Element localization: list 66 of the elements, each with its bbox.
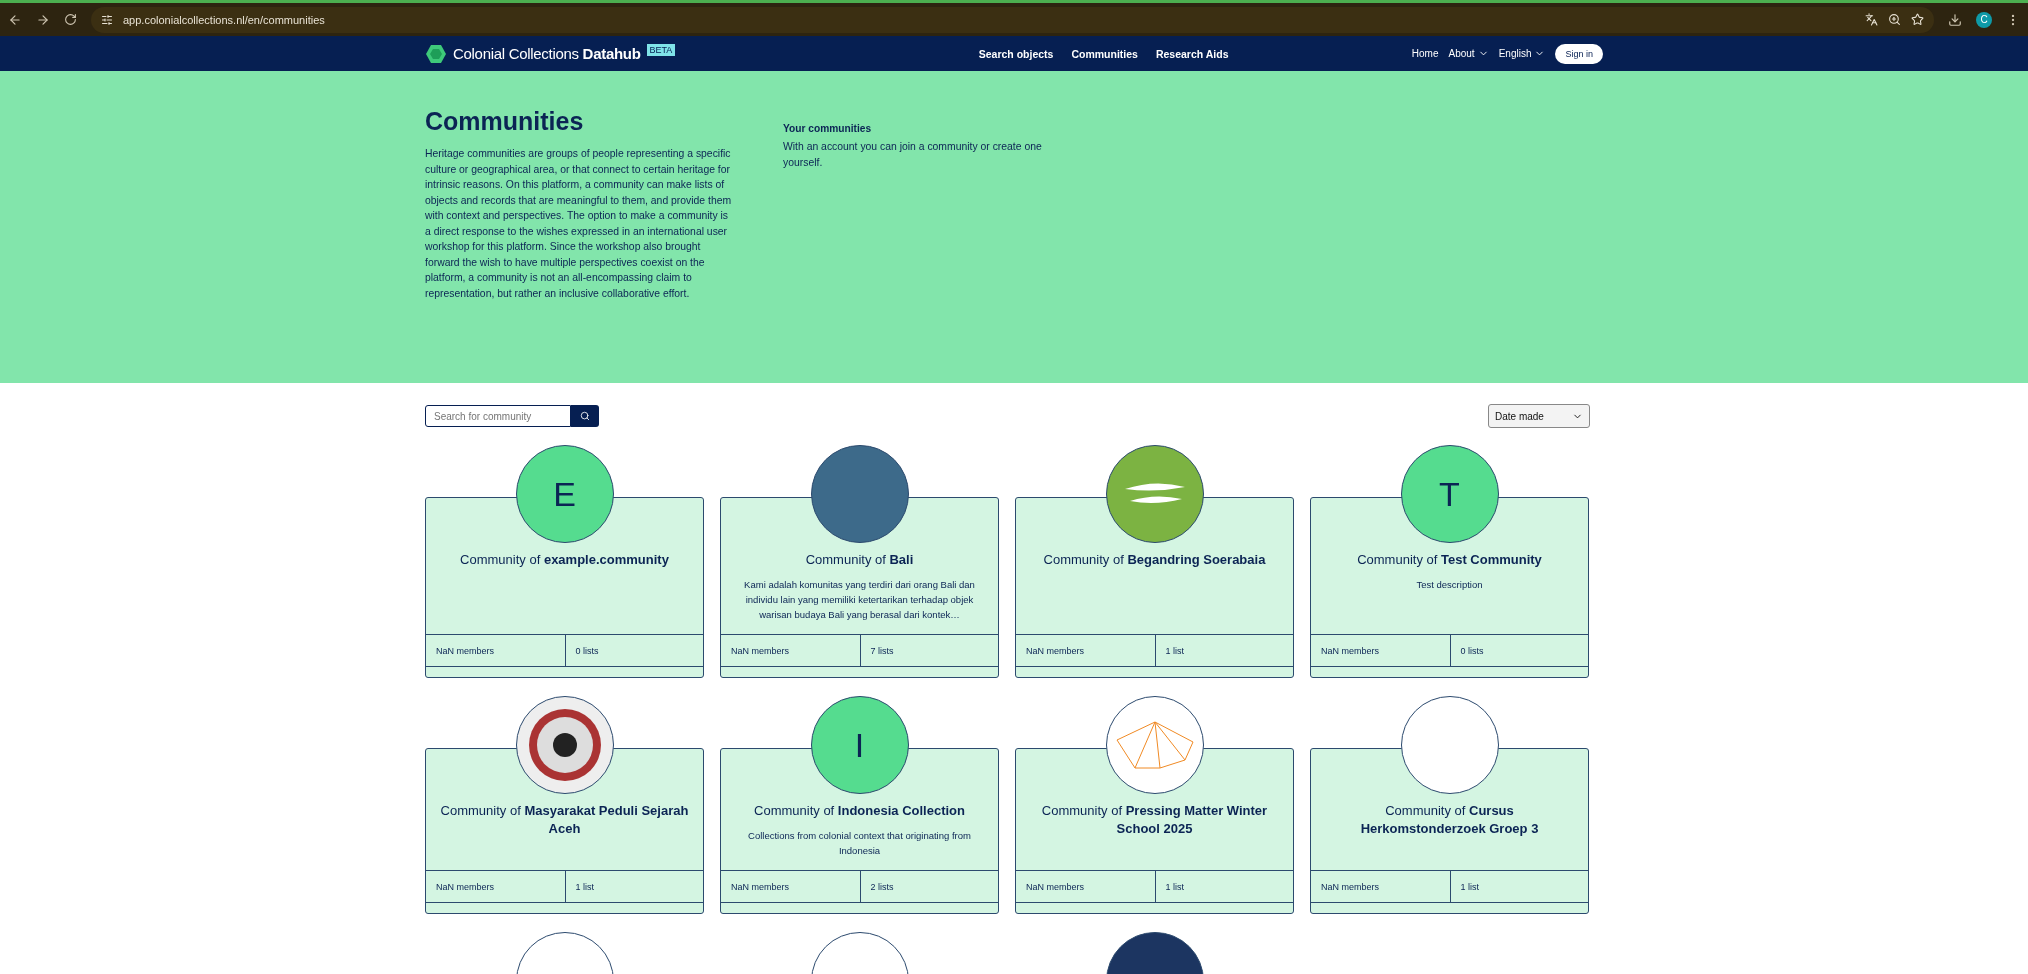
url-text: app.colonialcollections.nl/en/communities [123, 13, 325, 26]
community-title: Community of example.community [459, 551, 670, 569]
page-title: Communities [425, 107, 585, 136]
member-count: NaN members [730, 880, 790, 894]
community-title: Community of Indonesia Collection [753, 802, 966, 820]
community-card[interactable]: I Community of Indonesia Collection Collections from colonial context that originating from Indonesia NaN members 2 lists [720, 696, 999, 914]
community-description: Kami adalah komunitas yang terdiri dari orang Bali dan individu lain yang memiliki ketertarikan terhadap objek warisan budaya Bali yang berasal dari kontek… [743, 578, 976, 622]
search-button[interactable] [571, 405, 599, 427]
community-card[interactable]: Community of Masyarakat Peduli Sejarah Aceh NaN members 1 list [425, 696, 704, 914]
member-count: NaN members [1025, 644, 1085, 658]
list-count: 0 lists [1449, 635, 1588, 666]
nav-link[interactable]: English [1498, 48, 1546, 59]
community-title: Community of Pressing Matter Winter School 2025 [1040, 802, 1269, 838]
brand-name[interactable]: Colonial Collections Datahub [453, 45, 641, 62]
member-count: NaN members [1025, 880, 1085, 894]
member-count: NaN members [730, 644, 790, 658]
community-description: Collections from colonial context that originating from Indonesia [747, 829, 972, 858]
member-count: NaN members [1320, 880, 1380, 894]
download-icon[interactable] [1948, 12, 1962, 27]
hexagon-logo-icon [425, 43, 447, 64]
forward-icon[interactable] [36, 12, 50, 27]
nav-link[interactable]: About [1448, 48, 1489, 59]
nav-link[interactable]: Home [1411, 48, 1439, 59]
list-count: 7 lists [859, 635, 998, 666]
community-card[interactable]: E Community of example.community NaN members 0 lists [425, 445, 704, 678]
list-count: 1 list [1154, 871, 1293, 902]
sort-dropdown[interactable]: Date made [1488, 404, 1590, 428]
beta-badge: BETA [646, 43, 676, 56]
list-count: 1 list [1154, 635, 1293, 666]
community-title: Community of Test Community [1356, 551, 1543, 569]
nav-link[interactable]: Communities [1071, 47, 1138, 60]
list-count: 1 list [564, 871, 703, 902]
member-count: NaN members [435, 880, 495, 894]
avatar-letter: E [553, 474, 576, 514]
address-bar[interactable]: app.colonialcollections.nl/en/communities [91, 6, 1934, 33]
reload-icon[interactable] [64, 13, 77, 26]
community-card[interactable]: Community of Cursus Herkomstonderzoek Groep 3 NaN members 1 list [1310, 696, 1589, 914]
search-field[interactable]: Search for community [425, 405, 571, 427]
site-settings-icon[interactable] [101, 13, 113, 26]
side-paragraph: With an account you can join a community or create one yourself. [783, 140, 1043, 170]
community-card[interactable]: T Community of Test Community Test description NaN members 0 lists [1310, 445, 1589, 678]
nav-link[interactable]: Search objects [978, 47, 1054, 60]
community-card[interactable]: Community of Begandring Soerabaia NaN members 1 list [1015, 445, 1294, 678]
community-title: Community of Masyarakat Peduli Sejarah Aceh [439, 802, 690, 838]
star-icon[interactable] [1911, 13, 1924, 26]
community-card[interactable]: Community of Pressing Matter Winter School 2025 NaN members 1 list [1015, 696, 1294, 914]
list-count: 0 lists [564, 635, 703, 666]
avatar-letter: I [854, 725, 865, 765]
avatar-letter: T [1439, 474, 1460, 514]
community-title: Community of Bali [804, 551, 915, 569]
zoom-icon[interactable] [1888, 13, 1901, 26]
side-heading: Your communities [783, 123, 873, 134]
back-icon[interactable] [8, 12, 22, 27]
member-count: NaN members [435, 644, 495, 658]
community-title: Community of Cursus Herkomstonderzoek Groep 3 [1359, 802, 1540, 838]
intro-paragraph: Heritage communities are groups of people representing a specific culture or geographical area, or that connect to certain heritage for intrinsic reasons. On this platform, a community can make lists of objects and records that are meaningful to them, and provide them with context and perspectives. The option to make a community is a direct response to the wishes expressed in an international user workshop for this platform. Since the workshop also brought forward the wish to have multiple perspectives coexist on the platform, a community is not an all-encompassing claim to representation, but rather an inclusive collaborative effort. [425, 147, 733, 301]
community-description: Test description [1415, 578, 1484, 592]
sign-in-button[interactable]: Sign in [1555, 43, 1603, 64]
translate-icon[interactable] [1865, 13, 1878, 26]
community-title: Community of Begandring Soerabaia [1042, 551, 1267, 569]
nav-link[interactable]: Research Aids [1155, 47, 1229, 60]
member-count: NaN members [1320, 644, 1380, 658]
list-count: 2 lists [859, 871, 998, 902]
list-count: 1 list [1449, 871, 1588, 902]
search-icon [580, 411, 590, 421]
community-card[interactable]: Community of Bali Kami adalah komunitas yang terdiri dari orang Bali dan individu lain yang memiliki ketertarikan terhadap objek warisan budaya Bali yang berasal dari kontek… NaN members 7 lists [720, 445, 999, 678]
